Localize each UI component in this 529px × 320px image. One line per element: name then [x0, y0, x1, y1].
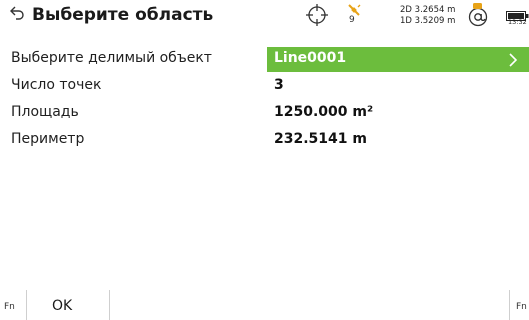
select-object-dropdown[interactable]: Line0001: [267, 47, 529, 72]
satellite-count: 9: [349, 15, 355, 25]
divider: [109, 290, 110, 320]
clock-time: 13:32: [508, 18, 527, 26]
crosshair-icon[interactable]: [305, 3, 329, 27]
value-perimeter: 232.5141 m: [274, 131, 367, 147]
chevron-right-icon: [508, 52, 518, 68]
value-area: 1250.000 m²: [274, 104, 374, 120]
value-point-count: 3: [274, 77, 284, 93]
back-arrow-icon[interactable]: [6, 2, 28, 28]
ok-button[interactable]: OK: [52, 298, 72, 314]
fn-key-right[interactable]: Fn: [516, 302, 527, 312]
fn-key-left[interactable]: Fn: [4, 302, 15, 312]
softkey-bar: [0, 285, 529, 320]
battery-icon: [506, 6, 529, 21]
at-sign-icon[interactable]: [466, 2, 490, 28]
label-select-object: Выберите делимый объект: [11, 50, 212, 66]
label-area: Площадь: [11, 104, 79, 120]
divider: [509, 290, 510, 320]
divider: [26, 290, 27, 320]
selected-object-value: Line0001: [274, 50, 347, 66]
precision-1d: 1D 3.5209 m: [400, 16, 456, 26]
page-title: Выберите область: [32, 5, 214, 25]
precision-2d: 2D 3.2654 m: [400, 5, 456, 15]
label-point-count: Число точек: [11, 77, 102, 93]
label-perimeter: Периметр: [11, 131, 85, 147]
